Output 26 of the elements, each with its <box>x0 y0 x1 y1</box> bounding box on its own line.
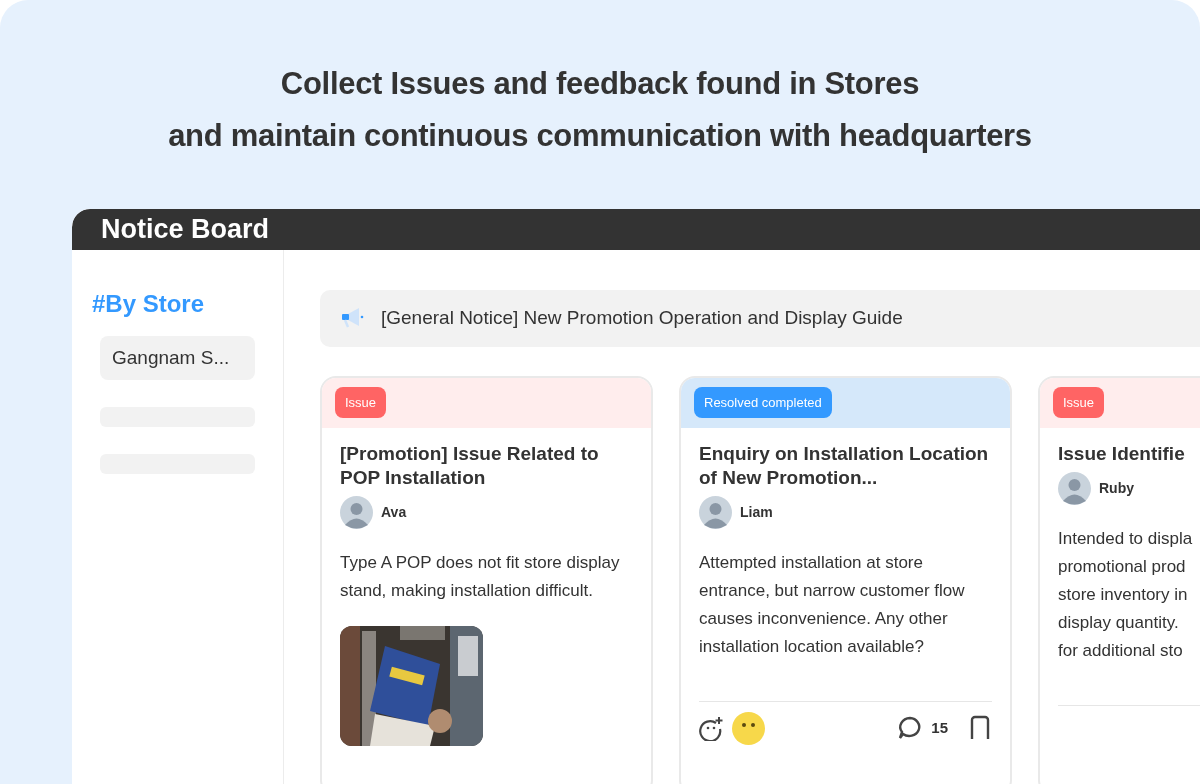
avatar <box>699 495 732 529</box>
heading-text: and maintain continuous communication with headquarters <box>168 117 1032 155</box>
post-title: Issue Identifie <box>1058 441 1186 466</box>
bookmark-icon[interactable] <box>968 715 992 741</box>
author-name: Ruby <box>1099 478 1134 498</box>
heading-text: Collect Issues and feedback found in Stores <box>280 65 920 103</box>
status-badge: Issue <box>1053 386 1105 418</box>
add-reaction-icon[interactable] <box>699 715 725 741</box>
post-body: Intended to displa promotional prod store inventory in display quantity. for additional sto <box>1058 527 1194 662</box>
status-badge: Issue <box>335 386 387 418</box>
window-title: Notice Board <box>101 213 270 246</box>
store-item[interactable]: Gangnam S... <box>100 335 255 380</box>
post-body: Attempted installation at store entrance, but narrow customer flow causes inconvenience. Any other installation location available? <box>699 551 966 658</box>
post-title: Enquiry on Installation Location of New Promotion... <box>699 441 990 490</box>
avatar <box>340 495 373 529</box>
post-body: Type A POP does not fit store display stand, making installation difficult. <box>340 551 621 602</box>
notice-text: [General Notice] New Promotion Operation and Display Guide <box>381 305 903 330</box>
notice-bar[interactable]: [General Notice] New Promotion Operation and Display Guide <box>320 289 1200 347</box>
comment-count: 15 <box>931 717 948 738</box>
avatar <box>1058 471 1091 505</box>
author-name: Liam <box>740 502 773 522</box>
emoji-icon[interactable] <box>732 711 765 745</box>
status-badge: Resolved completed <box>694 386 832 418</box>
post-title: [Promotion] Issue Related to POP Installation <box>340 441 600 490</box>
author-name: Ava <box>381 502 407 522</box>
section-title: #By Store <box>92 288 206 319</box>
